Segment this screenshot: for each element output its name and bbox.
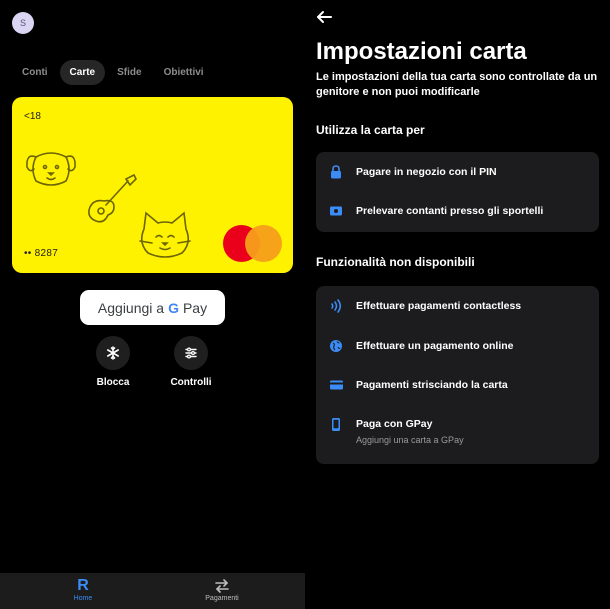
- feature-label: Effettuare pagamenti contactless: [356, 300, 522, 312]
- add-to-gpay-button[interactable]: Aggiungi a G Pay: [80, 290, 225, 325]
- feature-sublabel: Aggiungi una carta a GPay: [356, 435, 464, 445]
- feature-row-online: Effettuare un pagamento online: [316, 333, 599, 359]
- tab-sfide[interactable]: Sfide: [107, 60, 151, 85]
- account-tabs: Conti Carte Sfide Obiettivi: [12, 60, 214, 85]
- mastercard-logo-icon: [223, 225, 283, 263]
- feature-label: Prelevare contanti presso gli sportelli: [356, 205, 544, 217]
- card-settings-screen: Impostazioni carta Le impostazioni della…: [305, 0, 610, 609]
- nav-payments[interactable]: Pagamenti: [182, 577, 262, 602]
- tab-carte[interactable]: Carte: [59, 60, 106, 85]
- feature-row-gpay: Paga con GPay Aggiungi una carta a GPay: [316, 411, 599, 445]
- contactless-icon: [331, 299, 342, 313]
- controls-label: Controlli: [170, 377, 212, 388]
- payment-card[interactable]: <18 •• 8287: [12, 97, 293, 273]
- feature-label: Paga con GPay: [356, 418, 433, 430]
- feature-label: Pagare in negozio con il PIN: [356, 166, 497, 178]
- phone-icon: [332, 417, 340, 431]
- cat-doodle-icon: [139, 211, 191, 258]
- feature-row-contactless: Effettuare pagamenti contactless: [316, 293, 599, 319]
- disabled-section-heading: Funzionalità non disponibili: [316, 255, 475, 269]
- globe-icon: [330, 340, 342, 352]
- dog-doodle-icon: [26, 152, 76, 186]
- sliders-icon: [185, 347, 197, 359]
- nav-home[interactable]: R Home: [43, 577, 123, 602]
- google-g-icon: G: [168, 299, 179, 316]
- cash-icon: [330, 206, 342, 216]
- revolut-r-icon: R: [77, 577, 89, 594]
- gpay-button-prefix: Aggiungi a: [97, 299, 165, 316]
- tab-obiettivi[interactable]: Obiettivi: [154, 60, 214, 85]
- freeze-button[interactable]: [96, 336, 130, 370]
- transfer-arrows-icon: [215, 579, 229, 593]
- bottom-navigation: R Home Pagamenti: [0, 573, 305, 609]
- snowflake-icon: [107, 346, 119, 360]
- disabled-features-panel: Effettuare pagamenti contactless Effettu…: [316, 286, 599, 464]
- feature-row-swipe: Pagamenti strisciando la carta: [316, 372, 599, 398]
- freeze-label: Blocca: [96, 377, 130, 388]
- nav-payments-label: Pagamenti: [205, 595, 239, 602]
- feature-label: Effettuare un pagamento online: [356, 340, 514, 352]
- tab-conti[interactable]: Conti: [12, 60, 58, 85]
- lock-icon: [331, 165, 341, 179]
- feature-label: Pagamenti strisciando la carta: [356, 379, 508, 391]
- freeze-card-action[interactable]: Blocca: [83, 336, 143, 388]
- cards-screen: S Conti Carte Sfide Obiettivi <18 •• 828…: [0, 0, 305, 609]
- controls-button[interactable]: [174, 336, 208, 370]
- feature-row-pin: Pagare in negozio con il PIN: [316, 159, 599, 185]
- card-swipe-icon: [329, 380, 343, 390]
- enabled-section-heading: Utilizza la carta per: [316, 123, 425, 137]
- feature-row-atm: Prelevare contanti presso gli sportelli: [316, 198, 599, 224]
- back-arrow-icon[interactable]: [315, 8, 333, 26]
- guitar-doodle-icon: [88, 173, 137, 223]
- avatar[interactable]: S: [12, 12, 34, 34]
- controls-action[interactable]: Controlli: [161, 336, 221, 388]
- nav-home-label: Home: [73, 595, 93, 602]
- card-masked-number: •• 8287: [24, 248, 59, 259]
- page-subtitle: Le impostazioni della tua carta sono con…: [316, 71, 598, 98]
- enabled-features-panel: Pagare in negozio con il PIN Prelevare c…: [316, 152, 599, 232]
- page-title: Impostazioni carta: [316, 38, 527, 65]
- card-age-label: <18: [24, 111, 41, 122]
- gpay-button-pay: Pay: [182, 299, 208, 316]
